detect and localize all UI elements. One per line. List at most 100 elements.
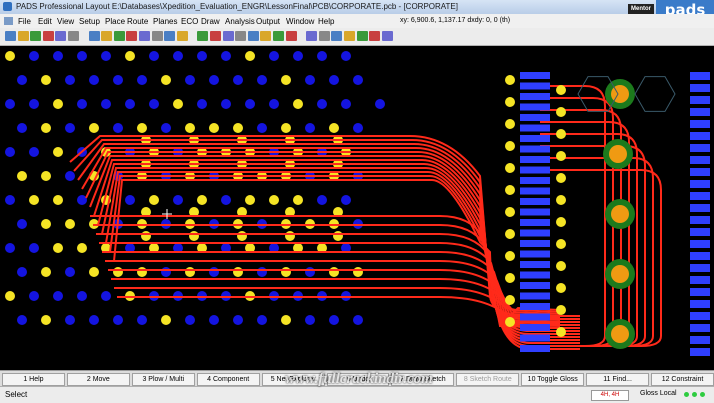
redo-icon[interactable] <box>55 31 67 41</box>
measure-icon[interactable] <box>306 31 318 41</box>
grid-icon[interactable] <box>260 31 272 41</box>
layer-icon[interactable] <box>235 31 247 41</box>
fkey-button[interactable]: 4 Component <box>196 373 260 386</box>
edge-pad <box>690 276 710 284</box>
bga-pad <box>281 123 291 133</box>
pad <box>141 231 151 241</box>
pcb-board-view[interactable] <box>0 46 714 370</box>
pcb-canvas[interactable] <box>0 46 714 370</box>
menu-eco[interactable]: ECO <box>181 17 198 26</box>
edge-pad <box>690 96 710 104</box>
smd-pad <box>520 187 550 195</box>
view-icon[interactable] <box>222 31 234 41</box>
fkey-button[interactable]: 12 Constraint <box>651 373 714 386</box>
bga-pad <box>185 75 195 85</box>
fkey-button[interactable]: 8 Sketch Route <box>456 373 520 386</box>
save-icon[interactable] <box>30 31 42 41</box>
bga-pad <box>125 195 135 205</box>
check-icon[interactable] <box>285 31 297 41</box>
highlight-icon[interactable] <box>318 31 330 41</box>
draw-icon[interactable] <box>176 31 188 41</box>
bga-pad <box>305 75 315 85</box>
fkey-button[interactable]: 1 Help <box>2 373 65 386</box>
new-icon[interactable] <box>5 31 16 41</box>
menu-setup[interactable]: Setup <box>79 17 100 26</box>
fkey-button[interactable]: 11 Find... <box>586 373 650 386</box>
smd-pad <box>520 345 550 352</box>
zoom-icon[interactable] <box>197 31 209 41</box>
drc-icon[interactable] <box>273 31 284 41</box>
fkey-button[interactable]: 2 Move <box>66 373 130 386</box>
smd-pad <box>520 114 550 121</box>
fkey-button[interactable]: 5 Net Explorer <box>261 373 325 386</box>
status-mode: Select <box>5 390 28 399</box>
smd-pad <box>520 166 550 174</box>
mounting-hole-center <box>611 265 629 283</box>
menu-edit[interactable]: Edit <box>38 17 52 26</box>
menu-route[interactable]: Route <box>127 17 148 26</box>
smd-pad <box>520 324 550 331</box>
fkey-button[interactable]: 3 Plow / Multi <box>131 373 195 386</box>
snap-icon[interactable] <box>356 31 368 41</box>
bga-pad <box>257 267 267 277</box>
fkey-button[interactable]: 7 Draw Sketch <box>391 373 455 386</box>
smd-pad <box>520 208 550 216</box>
fanout-icon[interactable] <box>139 31 150 41</box>
bga-pad <box>125 99 135 109</box>
undo-icon[interactable] <box>42 31 54 41</box>
menu-help[interactable]: Help <box>318 17 334 26</box>
bga-pad <box>209 267 219 277</box>
filter-icon[interactable] <box>344 31 355 41</box>
net-icon[interactable] <box>369 31 381 41</box>
bga-pad <box>185 315 195 325</box>
properties-icon[interactable] <box>68 31 79 41</box>
bga-pad <box>89 315 99 325</box>
status-led-icon <box>700 392 705 397</box>
open-icon[interactable] <box>17 31 29 41</box>
fkey-button[interactable]: 6 Undo <box>326 373 390 386</box>
menu-planes[interactable]: Planes <box>153 17 177 26</box>
menu-window[interactable]: Window <box>286 17 314 26</box>
menu-output[interactable]: Output <box>256 17 280 26</box>
select-icon[interactable] <box>101 31 113 41</box>
connector-pin <box>556 129 566 139</box>
edge-pad <box>690 324 710 332</box>
edge-pad <box>690 228 710 236</box>
edge-pad <box>690 108 710 116</box>
bga-pad <box>209 75 219 85</box>
plane-icon[interactable] <box>151 31 163 41</box>
eco-icon[interactable] <box>164 31 176 41</box>
zoom-fit-icon[interactable] <box>210 31 221 41</box>
menu-place[interactable]: Place <box>105 17 125 26</box>
system-menu-icon[interactable] <box>4 17 13 25</box>
bga-pad <box>5 147 15 157</box>
bga-pad <box>5 243 15 253</box>
bga-pad <box>77 243 87 253</box>
place-icon[interactable] <box>113 31 125 41</box>
bga-pad <box>269 195 279 205</box>
smd-pad <box>520 250 550 258</box>
bga-pad <box>5 99 15 109</box>
bga-pad <box>77 51 87 61</box>
bga-pad <box>41 315 51 325</box>
display-icon[interactable] <box>247 31 259 41</box>
bga-pad <box>233 123 243 133</box>
edge-pad <box>690 180 710 188</box>
coordinate-readout: xy: 6,900.6, 1,137.17 dxdy: 0, 0 (th) <box>400 17 511 24</box>
fkey-button[interactable]: 10 Toggle Gloss <box>521 373 585 386</box>
menu-analysis[interactable]: Analysis <box>225 17 255 26</box>
route-icon[interactable] <box>126 31 138 41</box>
bga-pad <box>137 315 147 325</box>
color-icon[interactable] <box>331 31 343 41</box>
edge-pad <box>690 72 710 80</box>
edge-pad <box>690 288 710 296</box>
bga-pad <box>53 243 63 253</box>
bga-pad <box>341 195 351 205</box>
part-icon[interactable] <box>381 31 393 41</box>
menu-file[interactable]: File <box>18 17 31 26</box>
menu-view[interactable]: View <box>57 17 74 26</box>
pointer-icon[interactable] <box>88 31 100 41</box>
menu-draw[interactable]: Draw <box>201 17 220 26</box>
smd-pad <box>520 93 550 100</box>
bga-pad <box>149 99 159 109</box>
